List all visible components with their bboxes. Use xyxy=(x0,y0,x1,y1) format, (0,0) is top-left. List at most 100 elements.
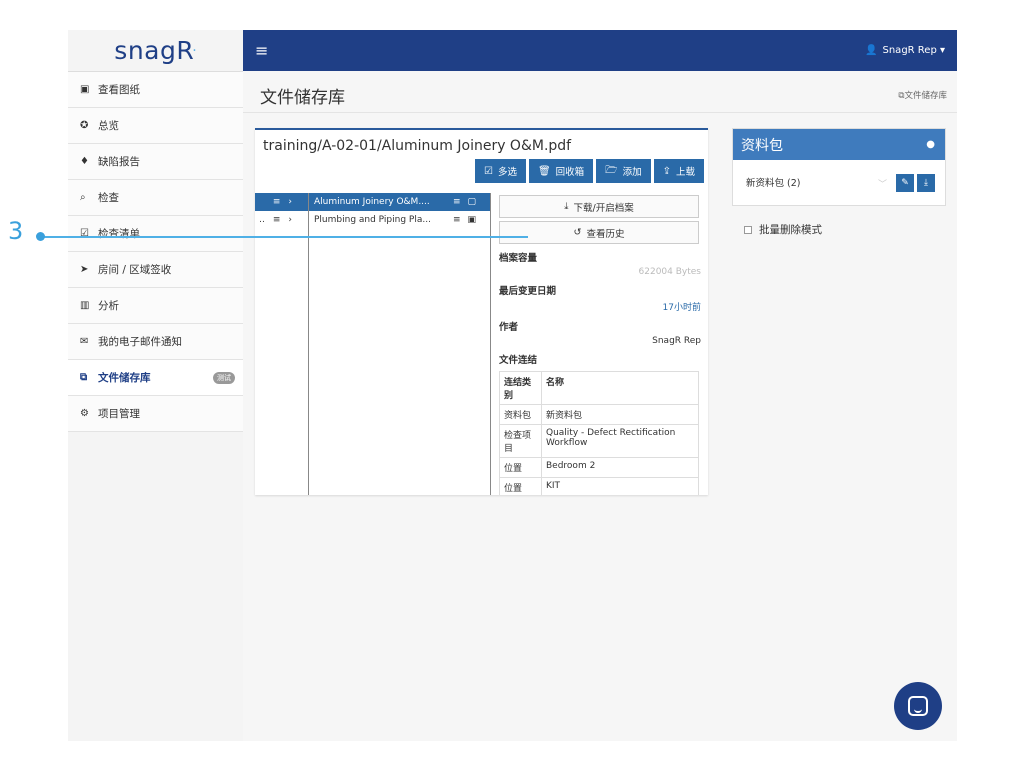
packages-header: 资料包 ● xyxy=(733,129,945,160)
table-row: 位置 KIT xyxy=(499,477,699,495)
chat-icon xyxy=(908,696,928,716)
envelope-icon: ✉ xyxy=(80,336,89,347)
package-name: 新资料包 (2) xyxy=(746,178,801,189)
app-window: snagR · ▣ 查看图纸 ✪ 总览 ♦ 缺陷报告 ⌕ 检查 ☑ 检查清单 ➤ 房间 / 区… xyxy=(68,30,957,741)
folder-row[interactable]: .. ≡ › xyxy=(255,211,308,229)
author-label: 作者 xyxy=(499,322,519,333)
file-size-label: 档案容量 xyxy=(499,253,538,264)
row-menu-icon[interactable]: ≡ xyxy=(453,197,461,207)
file-path: training/A-02-01/Aluminum Joinery O&M.pd… xyxy=(263,138,572,154)
download-package-button[interactable]: ⤓ xyxy=(917,174,935,192)
file-row[interactable]: Aluminum Joinery O&M.... ≡ ▢ xyxy=(309,193,490,211)
sidebar-item-view-drawings[interactable]: ▣ 查看图纸 xyxy=(68,72,243,108)
table-row: 资料包 新资料包 xyxy=(499,404,699,425)
copy-icon: ⧉ xyxy=(80,372,88,383)
breadcrumb[interactable]: ⧉文件储存库 xyxy=(898,89,947,101)
user-icon: 👤 xyxy=(865,45,878,56)
chevron-right-icon[interactable]: › xyxy=(288,215,292,225)
file-links-table: 连结类别 名称 资料包 新资料包 检查项目 Quality - Defect Rect… xyxy=(499,371,699,495)
download-icon: ⤓ xyxy=(564,201,569,212)
logo-dot-icon: · xyxy=(192,42,197,59)
logo-text: snagR xyxy=(114,36,195,65)
file-detail: ⤓ 下载/开启档案 ↺ 查看历史 档案容量 622004 Bytes 最后变更日期 … xyxy=(499,195,701,495)
sidebar-item-file-repository[interactable]: ⧉ 文件储存库 测试 xyxy=(68,360,243,396)
search-icon: ⌕ xyxy=(80,192,86,203)
sidebar: snagR · ▣ 查看图纸 ✪ 总览 ♦ 缺陷报告 ⌕ 检查 ☑ 检查清单 ➤ 房间 / 区… xyxy=(68,30,243,741)
sidebar-item-inspection[interactable]: ⌕ 检查 xyxy=(68,180,243,216)
logo[interactable]: snagR · xyxy=(68,30,243,72)
sidebar-item-label: 分析 xyxy=(98,300,119,312)
download-label: 下载/开启档案 xyxy=(573,202,634,214)
folder-column: ≡ › .. ≡ › xyxy=(255,193,309,495)
file-name: Plumbing and Piping Pla... xyxy=(314,215,431,225)
sidebar-item-label: 总览 xyxy=(98,120,119,132)
table-row: 位置 Bedroom 2 xyxy=(499,457,699,478)
link-type: 位置 xyxy=(499,457,542,478)
table-row: 检查项目 Quality - Defect Rectification Workf… xyxy=(499,424,699,458)
view-history-button[interactable]: ↺ 查看历史 xyxy=(499,221,699,244)
bulk-delete-checkbox[interactable] xyxy=(744,225,752,234)
download-open-button[interactable]: ⤓ 下载/开启档案 xyxy=(499,195,699,218)
sidebar-item-label: 文件储存库 xyxy=(98,372,151,384)
table-header-row: 连结类别 名称 xyxy=(499,371,699,405)
sidebar-item-label: 查看图纸 xyxy=(98,84,140,96)
upload-button[interactable]: ⇪ 上载 xyxy=(653,159,704,183)
file-column: Aluminum Joinery O&M.... ≡ ▢ Plumbing and … xyxy=(309,193,491,495)
row-menu-icon[interactable]: ≡ xyxy=(453,215,461,225)
add-button[interactable]: 🗁 添加 xyxy=(596,159,651,183)
image-file-icon: ▣ xyxy=(467,215,476,225)
chevron-down-icon[interactable]: ﹀ xyxy=(878,177,887,190)
package-item[interactable]: 新资料包 (2) ﹀ ✎ ⤓ xyxy=(733,160,945,204)
image-icon: ▣ xyxy=(80,84,90,95)
row-menu-icon[interactable]: ≡ xyxy=(273,215,281,225)
add-label: 添加 xyxy=(622,167,642,178)
link-type: 检查项目 xyxy=(499,424,542,458)
page-title: 文件储存库 xyxy=(260,88,345,108)
edit-package-button[interactable]: ✎ xyxy=(896,174,914,192)
multi-select-button[interactable]: ☑ 多选 xyxy=(474,159,526,183)
upload-icon: ⇪ xyxy=(662,165,671,177)
recycle-bin-button[interactable]: 🗑 回收箱 xyxy=(528,159,594,183)
link-type: 位置 xyxy=(499,477,542,495)
history-icon: ↺ xyxy=(573,227,582,238)
packages-title: 资料包 xyxy=(741,137,783,154)
chat-launcher-button[interactable] xyxy=(894,682,942,730)
sidebar-item-defect-report[interactable]: ♦ 缺陷报告 xyxy=(68,144,243,180)
folder-open-icon: 🗁 xyxy=(605,164,618,176)
sidebar-item-email-notifications[interactable]: ✉ 我的电子邮件通知 xyxy=(68,324,243,360)
bulk-delete-toggle[interactable]: 批量删除模式 xyxy=(744,222,822,237)
packages-panel: 资料包 ● 新资料包 (2) ﹀ ✎ ⤓ xyxy=(732,128,946,206)
checkbox-icon: ☑ xyxy=(483,165,493,177)
dashboard-icon: ✪ xyxy=(80,120,89,131)
sidebar-item-project-management[interactable]: ⚙ 项目管理 xyxy=(68,396,243,432)
sidebar-item-checklist[interactable]: ☑ 检查清单 xyxy=(68,216,243,252)
link-type-header: 连结类别 xyxy=(499,371,542,405)
sidebar-item-label: 我的电子邮件通知 xyxy=(98,336,182,348)
link-type: 资料包 xyxy=(499,404,542,425)
row-menu-icon[interactable]: ≡ xyxy=(273,197,281,207)
download-icon: ⤓ xyxy=(924,178,928,188)
sidebar-item-label: 房间 / 区域签收 xyxy=(98,264,172,276)
history-label: 查看历史 xyxy=(586,228,625,240)
user-menu[interactable]: 👤 SnagR Rep ▾ xyxy=(865,45,945,56)
page-header: 文件储存库 ⧉文件储存库 xyxy=(243,71,957,113)
file-name: Aluminum Joinery O&M.... xyxy=(314,197,430,207)
sidebar-item-analysis[interactable]: ▥ 分析 xyxy=(68,288,243,324)
sidebar-item-room-signoff[interactable]: ➤ 房间 / 区域签收 xyxy=(68,252,243,288)
top-navbar: ≡ 👤 SnagR Rep ▾ xyxy=(243,30,957,71)
file-row[interactable]: Plumbing and Piping Pla... ≡ ▣ xyxy=(309,211,490,229)
sidebar-item-overview[interactable]: ✪ 总览 xyxy=(68,108,243,144)
link-name-header: 名称 xyxy=(541,371,699,405)
upload-label: 上载 xyxy=(675,167,695,178)
file-links-label: 文件连结 xyxy=(499,355,538,366)
parent-dir-dots: .. xyxy=(259,215,265,225)
multi-select-label: 多选 xyxy=(497,167,517,178)
add-package-icon[interactable]: ● xyxy=(926,139,935,150)
bar-chart-icon: ▥ xyxy=(80,300,90,311)
folder-row[interactable]: ≡ › xyxy=(255,193,308,211)
pencil-icon: ✎ xyxy=(901,178,909,188)
chevron-right-icon[interactable]: › xyxy=(288,197,292,207)
hamburger-menu-icon[interactable]: ≡ xyxy=(255,41,268,60)
bulk-delete-label: 批量删除模式 xyxy=(759,224,822,236)
sidebar-item-label: 检查 xyxy=(98,192,119,204)
